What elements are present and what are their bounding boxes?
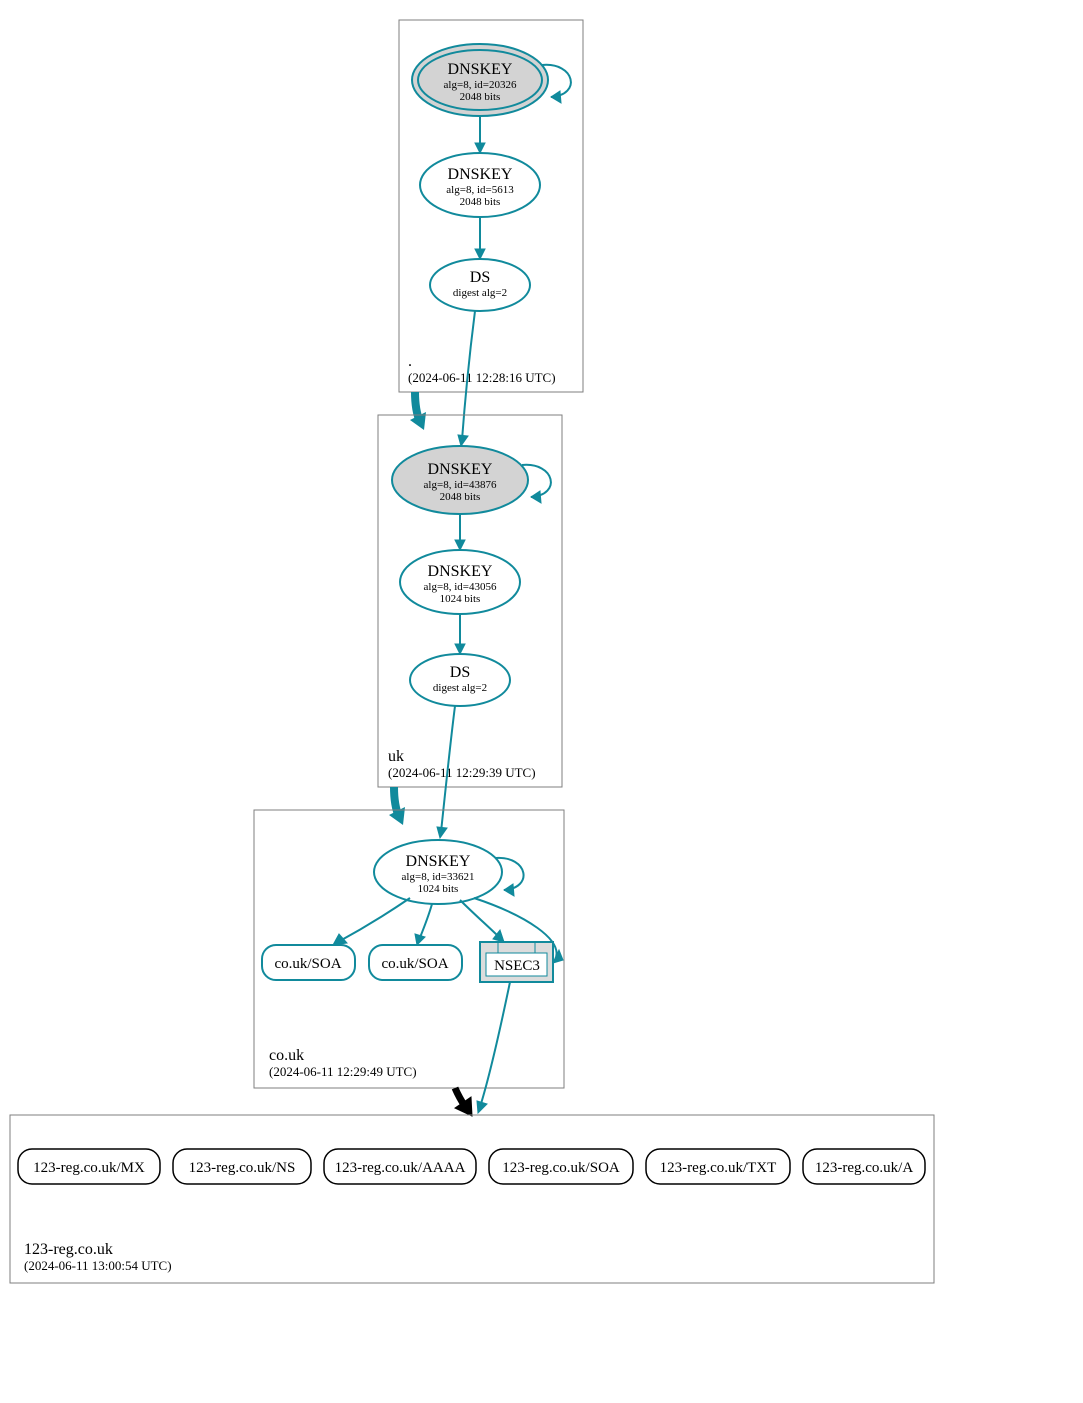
couk-soa2[interactable]: co.uk/SOA bbox=[369, 945, 462, 980]
svg-text:2048 bits: 2048 bits bbox=[460, 91, 501, 103]
domain-ns[interactable]: 123-reg.co.uk/NS bbox=[173, 1149, 311, 1184]
svg-text:123-reg.co.uk/MX: 123-reg.co.uk/MX bbox=[33, 1160, 145, 1176]
svg-text:alg=8, id=33621: alg=8, id=33621 bbox=[402, 871, 475, 883]
svg-text:NSEC3: NSEC3 bbox=[494, 958, 540, 974]
couk-zsk-node[interactable]: DNSKEY alg=8, id=33621 1024 bits bbox=[374, 840, 502, 904]
delegation-uk-couk bbox=[389, 787, 405, 825]
svg-text:DS: DS bbox=[450, 664, 470, 681]
zone-uk: uk (2024-06-11 12:29:39 UTC) DNSKEY alg=… bbox=[378, 415, 562, 787]
domain-txt[interactable]: 123-reg.co.uk/TXT bbox=[646, 1149, 790, 1184]
edge-couk-zsk-soa2 bbox=[415, 904, 432, 945]
svg-text:DNSKEY: DNSKEY bbox=[428, 461, 493, 478]
svg-text:alg=8, id=20326: alg=8, id=20326 bbox=[444, 79, 517, 91]
svg-text:digest alg=2: digest alg=2 bbox=[453, 287, 507, 299]
domain-mx[interactable]: 123-reg.co.uk/MX bbox=[18, 1149, 160, 1184]
edge-couk-zsk-soa1 bbox=[333, 898, 410, 945]
svg-text:DNSKEY: DNSKEY bbox=[448, 166, 513, 183]
zone-root: . (2024-06-11 12:28:16 UTC) DNSKEY alg=8… bbox=[399, 20, 583, 392]
edge-nsec3-domain bbox=[477, 982, 510, 1113]
zone-uk-name: uk bbox=[388, 748, 404, 765]
svg-text:123-reg.co.uk/TXT: 123-reg.co.uk/TXT bbox=[660, 1160, 777, 1176]
svg-text:123-reg.co.uk/SOA: 123-reg.co.uk/SOA bbox=[502, 1160, 620, 1176]
couk-nsec3[interactable]: NSEC3 bbox=[480, 942, 553, 982]
svg-text:co.uk/SOA: co.uk/SOA bbox=[381, 956, 448, 972]
domain-soa[interactable]: 123-reg.co.uk/SOA bbox=[489, 1149, 633, 1184]
zone-domain-ts: (2024-06-11 13:00:54 UTC) bbox=[24, 1258, 172, 1273]
edge-uk-zsk-ds bbox=[455, 614, 465, 654]
svg-text:1024 bits: 1024 bits bbox=[418, 883, 459, 895]
svg-text:123-reg.co.uk/NS: 123-reg.co.uk/NS bbox=[189, 1160, 296, 1176]
edge-uk-ksk-zsk bbox=[455, 514, 465, 550]
zone-root-name: . bbox=[408, 353, 412, 370]
uk-ds-node[interactable]: DS digest alg=2 bbox=[410, 654, 510, 706]
zone-domain: 123-reg.co.uk (2024-06-11 13:00:54 UTC) … bbox=[10, 1115, 934, 1283]
uk-ksk-node[interactable]: DNSKEY alg=8, id=43876 2048 bits bbox=[392, 446, 528, 514]
delegation-couk-domain bbox=[455, 1088, 472, 1116]
svg-text:2048 bits: 2048 bits bbox=[440, 491, 481, 503]
svg-text:DNSKEY: DNSKEY bbox=[428, 563, 493, 580]
svg-text:alg=8, id=43876: alg=8, id=43876 bbox=[424, 479, 497, 491]
domain-aaaa[interactable]: 123-reg.co.uk/AAAA bbox=[324, 1149, 476, 1184]
svg-text:co.uk/SOA: co.uk/SOA bbox=[274, 956, 341, 972]
svg-text:DS: DS bbox=[470, 269, 490, 286]
svg-text:digest alg=2: digest alg=2 bbox=[433, 682, 487, 694]
zone-couk: co.uk (2024-06-11 12:29:49 UTC) DNSKEY a… bbox=[254, 810, 564, 1088]
svg-text:DNSKEY: DNSKEY bbox=[448, 61, 513, 78]
root-ksk-node[interactable]: DNSKEY alg=8, id=20326 2048 bits bbox=[412, 44, 548, 116]
uk-zsk-node[interactable]: DNSKEY alg=8, id=43056 1024 bits bbox=[400, 550, 520, 614]
svg-text:2048 bits: 2048 bits bbox=[460, 196, 501, 208]
svg-text:123-reg.co.uk/A: 123-reg.co.uk/A bbox=[815, 1160, 913, 1176]
couk-soa1[interactable]: co.uk/SOA bbox=[262, 945, 355, 980]
zone-domain-name: 123-reg.co.uk bbox=[24, 1241, 113, 1258]
svg-text:alg=8, id=43056: alg=8, id=43056 bbox=[424, 581, 497, 593]
svg-text:1024 bits: 1024 bits bbox=[440, 593, 481, 605]
zone-uk-ts: (2024-06-11 12:29:39 UTC) bbox=[388, 765, 536, 780]
zone-couk-name: co.uk bbox=[269, 1047, 304, 1064]
edge-root-zsk-ds bbox=[475, 217, 485, 259]
svg-text:DNSKEY: DNSKEY bbox=[406, 853, 471, 870]
root-zsk-node[interactable]: DNSKEY alg=8, id=5613 2048 bits bbox=[420, 153, 540, 217]
svg-text:123-reg.co.uk/AAAA: 123-reg.co.uk/AAAA bbox=[335, 1160, 466, 1176]
edge-root-ksk-zsk bbox=[475, 116, 485, 153]
svg-text:alg=8, id=5613: alg=8, id=5613 bbox=[446, 184, 514, 196]
delegation-root-uk bbox=[410, 392, 426, 430]
zone-couk-ts: (2024-06-11 12:29:49 UTC) bbox=[269, 1064, 417, 1079]
zone-root-ts: (2024-06-11 12:28:16 UTC) bbox=[408, 370, 556, 385]
root-ds-node[interactable]: DS digest alg=2 bbox=[430, 259, 530, 311]
domain-a[interactable]: 123-reg.co.uk/A bbox=[803, 1149, 925, 1184]
